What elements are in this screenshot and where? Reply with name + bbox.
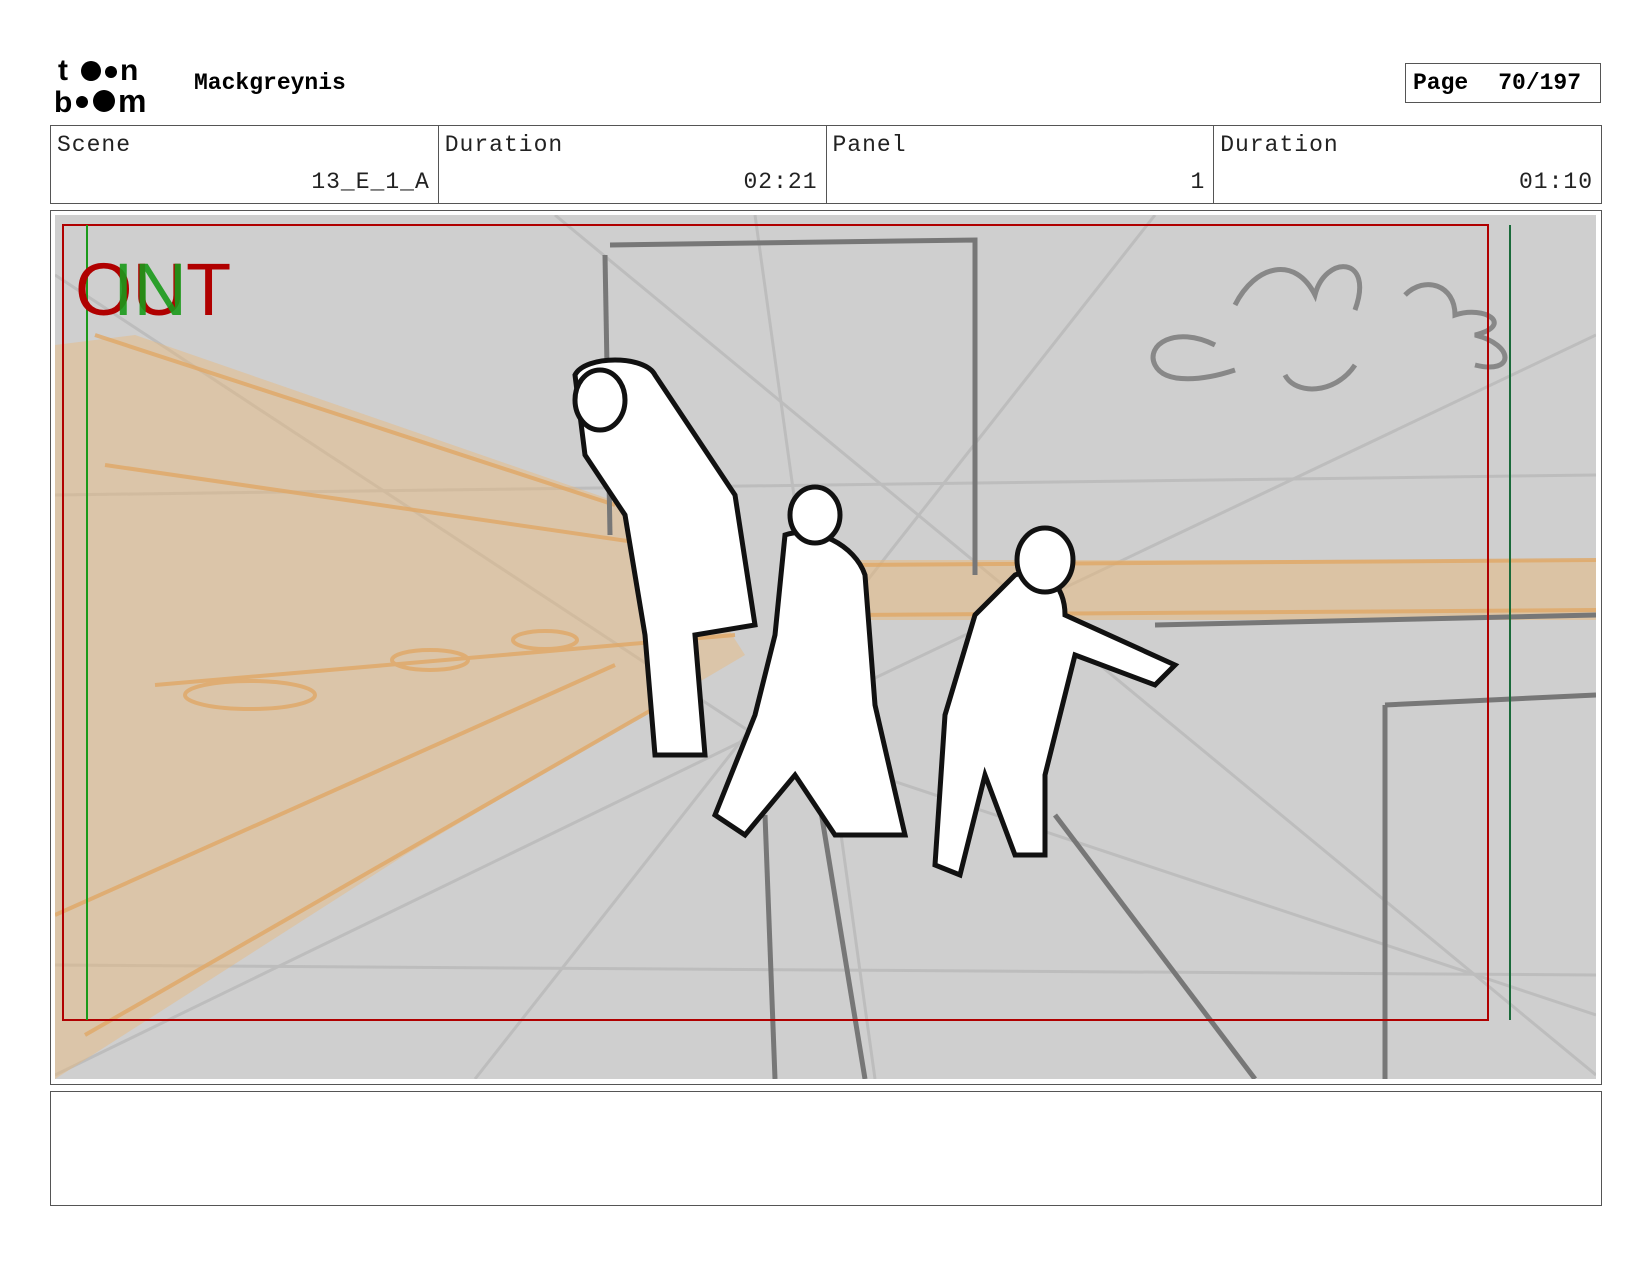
panel-duration-label: Duration xyxy=(1220,132,1339,158)
panel-duration-cell: Duration 01:10 xyxy=(1214,126,1601,203)
panel-value: 1 xyxy=(1190,169,1206,195)
panel-duration-value: 01:10 xyxy=(1518,169,1593,195)
toon-boom-logo: t n b m xyxy=(54,54,146,116)
project-name: Mackgreynis xyxy=(194,70,346,96)
in-marker: IN xyxy=(113,248,187,331)
panel-info-bar: Scene 13_E_1_A Duration 02:21 Panel 1 Du… xyxy=(50,125,1602,204)
notes-area[interactable] xyxy=(50,1091,1602,1206)
scene-duration-cell: Duration 02:21 xyxy=(439,126,827,203)
page-indicator: Page 70/197 xyxy=(1405,63,1601,103)
scene-label: Scene xyxy=(57,132,132,158)
scene-value: 13_E_1_A xyxy=(311,169,430,195)
svg-text:t: t xyxy=(58,54,68,87)
scene-cell: Scene 13_E_1_A xyxy=(51,126,439,203)
panel-label: Panel xyxy=(832,132,907,158)
page-label: Page xyxy=(1413,70,1469,96)
scene-duration-value: 02:21 xyxy=(743,169,818,195)
page-number: 70/197 xyxy=(1498,70,1582,96)
scene-duration-label: Duration xyxy=(444,132,564,158)
panel-drawing: OUT IN xyxy=(55,215,1596,1079)
panel-cell: Panel 1 xyxy=(827,126,1215,203)
svg-text:m: m xyxy=(118,83,146,116)
storyboard-frame: OUT IN xyxy=(50,210,1602,1085)
svg-text:b: b xyxy=(54,86,72,116)
